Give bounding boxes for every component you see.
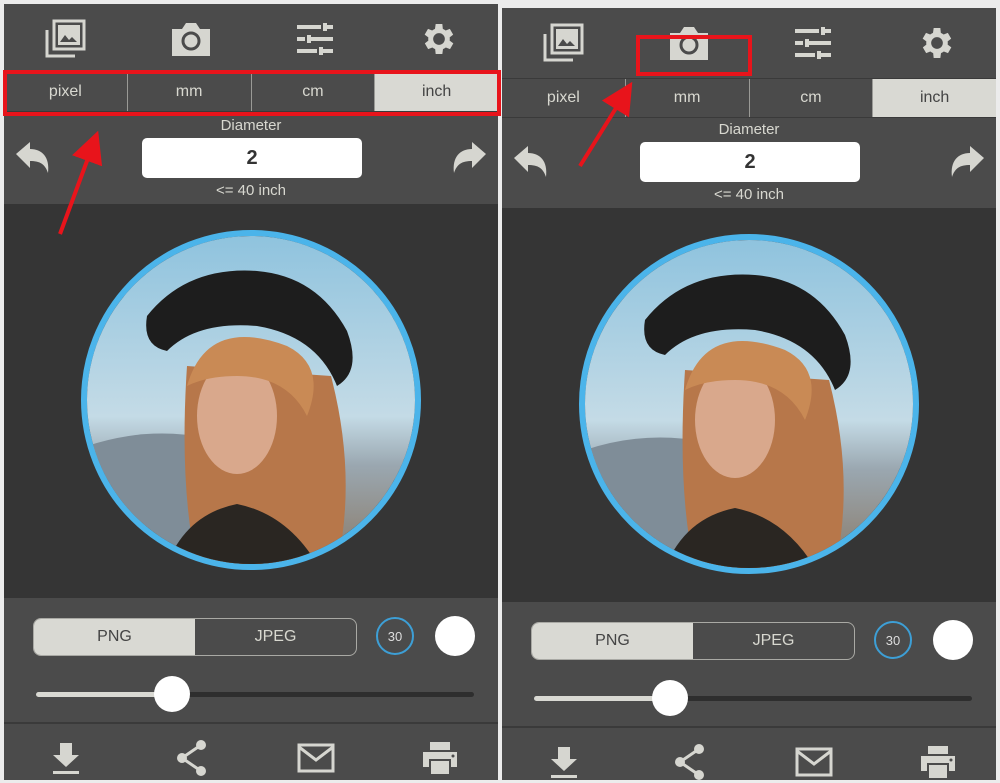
print-icon: [921, 746, 955, 778]
print-button[interactable]: [420, 738, 460, 778]
share-icon: [177, 740, 206, 776]
undo-button[interactable]: [512, 144, 550, 185]
share-icon: [675, 744, 704, 780]
format-selector: PNG JPEG: [33, 618, 357, 656]
download-icon: [551, 747, 577, 778]
unit-inch[interactable]: inch: [873, 79, 996, 117]
export-controls: PNG JPEG 30: [502, 602, 996, 726]
circular-photo-preview[interactable]: [579, 234, 919, 574]
undo-icon: [514, 146, 547, 177]
top-toolbar: [502, 8, 996, 72]
download-button[interactable]: [46, 738, 86, 778]
download-icon: [53, 743, 79, 774]
bottom-toolbar: [4, 722, 498, 780]
adjust-button[interactable]: [290, 16, 340, 62]
undo-icon: [16, 142, 49, 173]
mail-button[interactable]: [794, 742, 834, 780]
share-button[interactable]: [670, 742, 710, 780]
slider-fill: [36, 692, 172, 697]
unit-inch[interactable]: inch: [375, 73, 498, 111]
print-button[interactable]: [918, 742, 958, 780]
gallery-icon: [45, 19, 86, 58]
diameter-label: Diameter: [718, 121, 780, 138]
unit-mm[interactable]: mm: [128, 73, 252, 111]
format-png[interactable]: PNG: [532, 623, 693, 659]
app-screen-right: pixel mm cm inch Diameter <= 40 inch PNG…: [502, 8, 996, 780]
format-selector: PNG JPEG: [531, 622, 855, 660]
camera-icon: [670, 27, 708, 60]
slider-thumb[interactable]: [651, 680, 688, 716]
portrait-image: [87, 236, 415, 564]
diameter-label: Diameter: [220, 117, 282, 134]
undo-button[interactable]: [14, 140, 52, 181]
redo-button[interactable]: [948, 144, 986, 185]
camera-button[interactable]: [664, 20, 714, 66]
format-jpeg[interactable]: JPEG: [195, 619, 356, 655]
unit-selector: pixel mm cm inch: [4, 72, 498, 112]
unit-cm[interactable]: cm: [750, 79, 874, 117]
background-color-button[interactable]: [435, 616, 475, 656]
bottom-toolbar: [502, 726, 996, 780]
unit-pixel[interactable]: pixel: [4, 73, 128, 111]
redo-button[interactable]: [450, 140, 488, 181]
settings-button[interactable]: [912, 20, 962, 66]
gallery-button[interactable]: [40, 16, 90, 62]
diameter-limit-hint: <= 40 inch: [215, 182, 287, 199]
export-controls: PNG JPEG 30: [4, 598, 498, 722]
portrait-image: [585, 240, 913, 568]
gallery-icon: [543, 23, 584, 62]
download-button[interactable]: [544, 742, 584, 780]
adjust-button[interactable]: [788, 20, 838, 66]
circular-photo-preview[interactable]: [81, 230, 421, 570]
sliders-icon: [795, 27, 831, 59]
size-slider[interactable]: [36, 676, 474, 712]
slider-thumb[interactable]: [153, 676, 190, 712]
mail-icon: [795, 747, 833, 777]
mail-icon: [297, 743, 335, 773]
print-icon: [423, 742, 457, 774]
unit-mm[interactable]: mm: [626, 79, 750, 117]
format-png[interactable]: PNG: [34, 619, 195, 655]
redo-icon: [951, 146, 984, 177]
unit-cm[interactable]: cm: [252, 73, 376, 111]
size-slider[interactable]: [534, 680, 972, 716]
diameter-input[interactable]: [142, 138, 362, 178]
gallery-button[interactable]: [538, 20, 588, 66]
diameter-limit-hint: <= 40 inch: [713, 186, 785, 203]
background-color-button[interactable]: [933, 620, 973, 660]
mail-button[interactable]: [296, 738, 336, 778]
gear-icon: [424, 24, 454, 54]
slider-fill: [534, 696, 670, 701]
app-screen-left: pixel mm cm inch Diameter <= 40 inch PNG…: [4, 4, 498, 780]
sliders-icon: [297, 23, 333, 55]
unit-pixel[interactable]: pixel: [502, 79, 626, 117]
share-button[interactable]: [172, 738, 212, 778]
camera-button[interactable]: [166, 16, 216, 62]
gear-icon: [922, 28, 952, 58]
format-jpeg[interactable]: JPEG: [693, 623, 854, 659]
redo-icon: [453, 142, 486, 173]
quality-badge[interactable]: 30: [376, 617, 414, 655]
preview-canvas: [4, 204, 498, 598]
top-toolbar: [4, 4, 498, 68]
settings-button[interactable]: [414, 16, 464, 62]
unit-selector: pixel mm cm inch: [502, 78, 996, 118]
camera-icon: [172, 23, 210, 56]
diameter-input[interactable]: [640, 142, 860, 182]
preview-canvas: [502, 208, 996, 602]
quality-badge[interactable]: 30: [874, 621, 912, 659]
